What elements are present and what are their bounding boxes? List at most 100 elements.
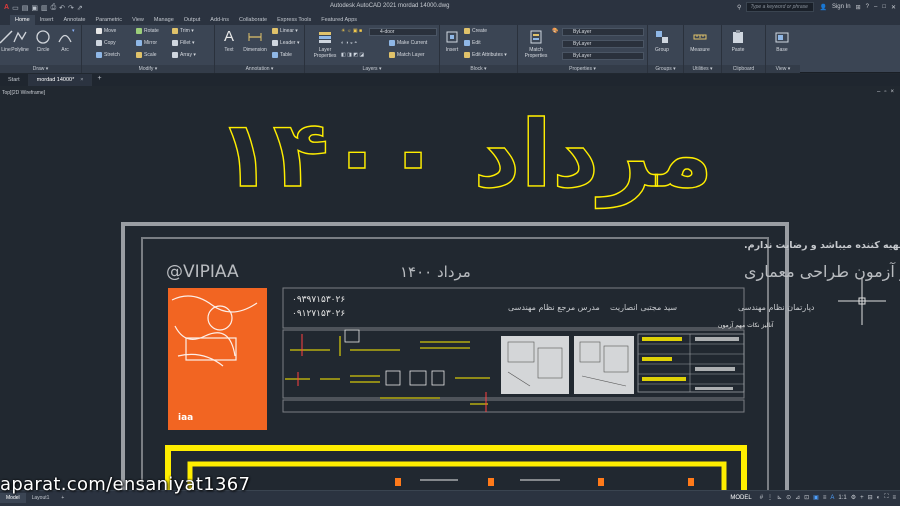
drawing-viewport[interactable]: Top][2D Wireframe] – ▫ × مرداد ۱۴۰۰ لطفا… <box>0 86 900 490</box>
draw-panel-label[interactable]: Draw ▾ <box>0 65 81 73</box>
app-menu-icon[interactable]: A <box>4 4 9 12</box>
annotation-monitor-icon[interactable]: + <box>860 495 864 501</box>
edit-attributes-tool[interactable]: Edit Attributes ▾ <box>464 51 507 60</box>
text-tool[interactable]: A Text <box>217 29 241 54</box>
measure-tool[interactable]: Measure <box>688 29 712 53</box>
leader-tool[interactable]: Leader ▾ <box>272 39 299 48</box>
signin-link[interactable]: Sign In <box>832 4 851 10</box>
match-layer-tool[interactable]: Match Layer <box>389 51 425 60</box>
tab-output[interactable]: Output <box>179 15 206 25</box>
tab-insert[interactable]: Insert <box>35 15 59 25</box>
isolate-icon[interactable]: ◐ <box>877 495 881 501</box>
otrack-icon[interactable]: ▣ <box>813 494 819 501</box>
drawing-tab[interactable]: mordad 14000* × <box>28 74 93 86</box>
maximize-icon[interactable]: □ <box>882 4 886 10</box>
color-dropdown[interactable]: ByLayer <box>562 28 644 36</box>
block-panel-label[interactable]: Block ▾ <box>440 65 517 73</box>
group-tool[interactable]: Group <box>650 29 674 53</box>
fullscreen-icon[interactable]: ⛶ <box>884 494 888 501</box>
groups-panel-label[interactable]: Groups ▾ <box>648 65 683 73</box>
lineweight-icon[interactable]: ≡ <box>823 495 827 501</box>
linetype-dropdown[interactable]: ByLayer <box>562 40 644 48</box>
close-tab-icon[interactable]: × <box>80 77 83 83</box>
ortho-icon[interactable]: ⊾ <box>777 494 782 501</box>
mirror-tool[interactable]: Mirror <box>136 39 157 48</box>
workspace-gear-icon[interactable]: ⚙ <box>851 494 856 501</box>
close-icon[interactable]: ✕ <box>891 4 896 11</box>
polar-icon[interactable]: ⊙ <box>786 494 791 501</box>
annotation-scale-icon[interactable]: A <box>830 495 834 501</box>
tab-featured-apps[interactable]: Featured Apps <box>316 15 362 25</box>
utilities-panel-label[interactable]: Utilities ▾ <box>684 65 721 73</box>
new-tab-button[interactable]: + <box>92 74 106 86</box>
layer-state-icons[interactable]: ☀ ☼ ▣ ■ <box>341 27 362 36</box>
array-tool[interactable]: Array ▾ <box>172 51 196 60</box>
paste-tool[interactable]: Paste <box>726 29 750 53</box>
trim-tool[interactable]: Trim ▾ <box>172 27 194 36</box>
help-icon[interactable]: ? <box>866 4 869 10</box>
stretch-tool[interactable]: Stretch <box>96 51 120 60</box>
scale-icon <box>136 51 142 58</box>
copy-tool[interactable]: Copy <box>96 39 116 48</box>
dimension-tool[interactable]: Dimension <box>241 29 269 53</box>
undo-icon[interactable]: ↶ <box>59 4 65 12</box>
tab-annotate[interactable]: Annotate <box>58 15 90 25</box>
text-label: Text <box>224 47 234 53</box>
linear-tool[interactable]: Linear ▾ <box>272 27 298 36</box>
customize-icon[interactable]: ≡ <box>892 495 896 501</box>
scale-tool[interactable]: Scale <box>136 51 157 60</box>
minimize-icon[interactable]: – <box>874 4 877 10</box>
save-icon[interactable]: ▣ <box>31 4 38 12</box>
osnap-icon[interactable]: ⊡ <box>804 494 809 501</box>
tab-parametric[interactable]: Parametric <box>90 15 127 25</box>
layer-properties-tool[interactable]: Layer Properties <box>309 29 341 59</box>
print-icon[interactable]: ⎙ <box>51 4 57 12</box>
cart-icon[interactable]: ⊞ <box>856 4 861 11</box>
lineweight-dropdown[interactable]: ByLayer <box>562 52 644 60</box>
model-space-toggle[interactable]: MODEL <box>730 495 751 501</box>
current-layer-dropdown[interactable]: 4-door <box>369 28 437 36</box>
table-tool[interactable]: Table <box>272 51 292 60</box>
tab-collaborate[interactable]: Collaborate <box>234 15 272 25</box>
search-binoculars-icon[interactable]: ⚲ <box>737 4 741 11</box>
grid-icon[interactable]: # <box>760 495 763 501</box>
properties-panel-label[interactable]: Properties ▾ <box>518 65 647 73</box>
view-panel-label[interactable]: View ▾ <box>766 65 800 73</box>
save-as-icon[interactable]: ▥ <box>41 4 48 12</box>
start-tab[interactable]: Start <box>0 74 29 86</box>
move-tool[interactable]: Move <box>96 27 116 36</box>
annotation-panel-label[interactable]: Annotation ▾ <box>215 65 304 73</box>
new-icon[interactable]: ▭ <box>12 4 19 12</box>
redo-icon[interactable]: ↷ <box>68 4 74 12</box>
draw-extra-icon[interactable]: ▾ <box>72 27 75 36</box>
tab-express-tools[interactable]: Express Tools <box>272 15 316 25</box>
measure-label: Measure <box>690 47 710 53</box>
make-current-tool[interactable]: Make Current <box>389 39 427 48</box>
tab-view[interactable]: View <box>127 15 149 25</box>
clipboard-panel-label[interactable]: Clipboard <box>722 65 765 73</box>
layers-panel-label[interactable]: Layers ▾ <box>305 65 439 73</box>
create-block-tool[interactable]: Create <box>464 27 487 36</box>
match-properties-tool[interactable]: Match Properties <box>520 29 552 59</box>
share-icon[interactable]: ⇗ <box>77 4 83 12</box>
tab-manage[interactable]: Manage <box>149 15 179 25</box>
modify-panel-label[interactable]: Modify ▾ <box>82 65 214 73</box>
edit-block-tool[interactable]: Edit <box>464 39 481 48</box>
circle-tool[interactable]: Circle <box>31 29 55 53</box>
polyline-tool[interactable]: Polyline <box>8 29 32 53</box>
snap-icon[interactable]: ⋮ <box>767 494 773 501</box>
isodraft-icon[interactable]: ⊿ <box>795 494 800 501</box>
base-tool[interactable]: Base <box>770 29 794 53</box>
layer-tools-row2[interactable]: ◐ ◑ ◒ ◓ <box>341 39 357 48</box>
layer-tools-row3[interactable]: ◧ ◨ ◩ ◪ <box>341 51 364 60</box>
units-icon[interactable]: ⊟ <box>868 494 873 501</box>
user-icon[interactable]: 👤 <box>819 4 826 11</box>
fillet-tool[interactable]: Fillet ▾ <box>172 39 194 48</box>
rotate-tool[interactable]: Rotate <box>136 27 159 36</box>
search-input[interactable]: Type a keyword or phrase <box>746 2 815 12</box>
open-icon[interactable]: ▤ <box>22 4 29 12</box>
tab-addins[interactable]: Add-ins <box>205 15 234 25</box>
tab-home[interactable]: Home <box>10 15 35 25</box>
scale-icon[interactable]: 1:1 <box>838 495 846 501</box>
insert-tool[interactable]: Insert <box>440 29 464 53</box>
